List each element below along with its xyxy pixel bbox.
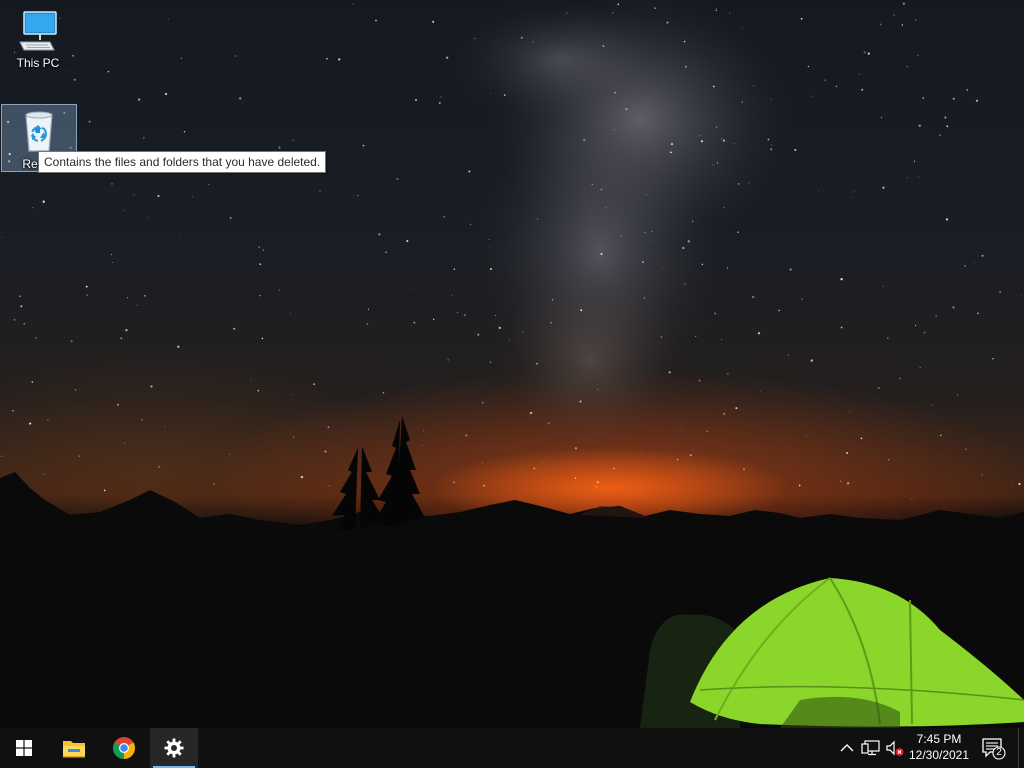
gear-icon (164, 738, 184, 758)
show-hidden-icons-button[interactable] (838, 738, 856, 758)
taskbar-clock[interactable]: 7:45 PM 12/30/2021 (906, 731, 972, 765)
chrome-button[interactable] (100, 728, 148, 768)
start-button[interactable] (0, 728, 48, 768)
file-explorer-button[interactable] (50, 728, 98, 768)
recycle-bin-icon (15, 107, 63, 155)
this-pc-label: This PC (16, 56, 60, 70)
folder-icon (63, 741, 85, 758)
settings-button[interactable] (150, 728, 198, 768)
chrome-icon (113, 737, 135, 759)
clock-date: 12/30/2021 (908, 748, 970, 762)
show-desktop-button[interactable] (1018, 728, 1024, 768)
clock-time: 7:45 PM (916, 732, 962, 746)
recycle-bin-tooltip: Contains the files and folders that you … (38, 151, 327, 173)
chevron-up-icon (840, 744, 854, 752)
network-icon (861, 740, 880, 756)
volume-tray-button[interactable] (884, 738, 906, 758)
this-pc-icon (14, 6, 62, 54)
desktop-background[interactable]: This PC Recyc Contains the files and fol… (0, 0, 1024, 728)
network-tray-button[interactable] (860, 738, 882, 758)
action-center-button[interactable]: 2 (976, 734, 1010, 762)
landscape-silhouette (0, 416, 1024, 728)
volume-muted-icon (886, 740, 904, 756)
notification-count-badge: 2 (996, 747, 1002, 758)
windows-logo-icon (16, 740, 32, 756)
taskbar: 7:45 PM 12/30/2021 2 (0, 728, 1024, 768)
desktop-icon-this-pc[interactable]: This PC (0, 6, 76, 70)
